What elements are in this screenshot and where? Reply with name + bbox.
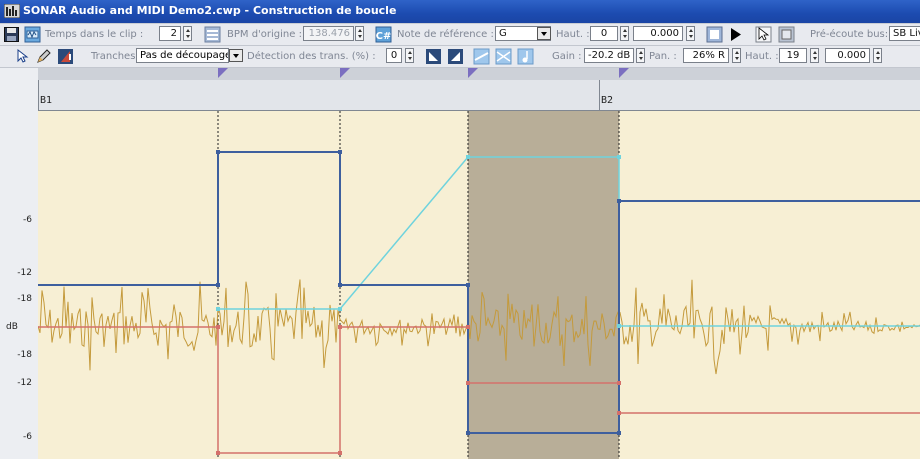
envelope-node[interactable]	[617, 155, 621, 159]
envelope-node[interactable]	[338, 307, 342, 311]
pitch-label: Haut. :	[556, 29, 590, 40]
transient-detection-label: Détection des trans. (%) :	[247, 51, 376, 62]
original-bpm-field[interactable]: 138.476	[303, 26, 354, 41]
selected-slice-region[interactable]	[468, 111, 619, 459]
db-tick: -12	[17, 378, 32, 388]
loop-enable-icon[interactable]	[24, 26, 41, 43]
db-tick: -6	[23, 432, 32, 442]
envelope-node[interactable]	[466, 431, 470, 435]
reference-note-dropdown-icon[interactable]	[537, 27, 551, 40]
reference-note-icon[interactable]: C#	[375, 26, 392, 43]
loop-toolbar-top: Temps dans le clip : 2 BPM d'origine : 1…	[0, 24, 920, 46]
db-tick: -6	[23, 215, 32, 225]
envelope-node[interactable]	[617, 199, 621, 203]
envelope-node[interactable]	[338, 451, 342, 455]
envelope-node[interactable]	[338, 283, 342, 287]
slices-label: Tranches	[91, 51, 136, 62]
play-icon[interactable]	[727, 26, 744, 43]
sonar-app-icon	[4, 4, 20, 18]
bpm-icon[interactable]	[204, 26, 221, 43]
pitch-envelope-icon[interactable]	[517, 48, 534, 65]
gain-field[interactable]: -20.2 dB	[584, 48, 634, 63]
db-tick: -18	[17, 294, 32, 304]
beats-in-clip-spinner[interactable]	[183, 26, 192, 41]
loop-toolbar-bottom: Tranches Pas de découpage Détection des …	[0, 46, 920, 68]
ruler-marker-b2: B2	[601, 95, 614, 106]
pan-field[interactable]: 26% R	[683, 48, 729, 63]
pointer-tool-icon[interactable]	[14, 48, 31, 65]
mark-transient-icon[interactable]	[57, 48, 74, 65]
select-tool-icon[interactable]	[755, 26, 772, 43]
db-tick: -18	[17, 350, 32, 360]
loop-construction-window: SONAR Audio and MIDI Demo2.cwp - Constru…	[0, 0, 920, 459]
pitch-field[interactable]: 0	[590, 26, 618, 41]
envelope-node[interactable]	[338, 150, 342, 154]
pan-label: Pan. :	[649, 51, 677, 62]
gain-label: Gain :	[552, 51, 582, 62]
next-transient-icon[interactable]	[447, 48, 464, 65]
slice-marker-handle[interactable]	[218, 68, 228, 78]
preview-bus-select[interactable]: SB Live	[889, 26, 920, 41]
envelope-node[interactable]	[466, 325, 470, 329]
fine-pitch-field-2[interactable]: 0.000	[825, 48, 870, 63]
fine-pitch-field[interactable]: 0.000	[633, 26, 683, 41]
reference-note-label: Note de référence :	[397, 29, 494, 40]
pan-envelope-icon[interactable]	[495, 48, 512, 65]
envelope-node[interactable]	[216, 307, 220, 311]
envelope-node[interactable]	[466, 155, 470, 159]
beats-in-clip-field[interactable]: 2	[159, 26, 181, 41]
pan-spinner[interactable]	[732, 48, 741, 63]
envelope-node[interactable]	[216, 325, 220, 329]
volume-envelope-icon[interactable]	[473, 48, 490, 65]
ruler-tick	[599, 80, 600, 110]
envelope-node[interactable]	[466, 381, 470, 385]
slice-marker-strip[interactable]	[38, 68, 920, 80]
save-icon[interactable]	[3, 26, 20, 43]
transient-detection-field[interactable]: 0	[386, 48, 402, 63]
slice-marker-handle[interactable]	[340, 68, 350, 78]
preview-tool-icon[interactable]	[778, 26, 795, 43]
pitch-spinner-2[interactable]	[810, 48, 819, 63]
envelope-node[interactable]	[338, 325, 342, 329]
slices-select[interactable]: Pas de découpage	[136, 48, 229, 63]
envelope-node[interactable]	[617, 324, 621, 328]
original-bpm-label: BPM d'origine :	[227, 29, 302, 40]
envelope-node[interactable]	[216, 451, 220, 455]
db-scale-panel: -6 -12 -18 dB -18 -12 -6	[0, 68, 39, 459]
previous-transient-icon[interactable]	[425, 48, 442, 65]
envelope-node[interactable]	[216, 150, 220, 154]
slice-marker-handle[interactable]	[468, 68, 478, 78]
transient-detection-spinner[interactable]	[405, 48, 414, 63]
gain-spinner[interactable]	[636, 48, 645, 63]
envelope-node[interactable]	[466, 283, 470, 287]
svg-text:C#: C#	[376, 31, 392, 42]
envelope-node[interactable]	[617, 381, 621, 385]
time-ruler[interactable]: B1 B2	[38, 80, 920, 111]
stop-icon[interactable]	[706, 26, 723, 43]
title-bar[interactable]: SONAR Audio and MIDI Demo2.cwp - Constru…	[0, 0, 920, 23]
pitch-spinner[interactable]	[620, 26, 629, 41]
clip-waveform-view[interactable]	[38, 111, 920, 459]
beats-in-clip-label: Temps dans le clip :	[45, 29, 144, 40]
window-title: SONAR Audio and MIDI Demo2.cwp - Constru…	[23, 4, 397, 17]
fine-pitch-spinner[interactable]	[686, 26, 695, 41]
slice-marker-handle[interactable]	[619, 68, 629, 78]
db-unit-label: dB	[6, 322, 18, 332]
draw-tool-icon[interactable]	[35, 48, 52, 65]
pitch-field-2[interactable]: 19	[779, 48, 807, 63]
envelope-node[interactable]	[617, 411, 621, 415]
preview-bus-label: Pré-écoute bus:	[810, 29, 889, 40]
slices-dropdown-icon[interactable]	[229, 49, 243, 62]
fine-pitch-spinner-2[interactable]	[873, 48, 882, 63]
pitch-label-2: Haut. :	[745, 51, 779, 62]
original-bpm-spinner[interactable]	[355, 26, 364, 41]
ruler-tick	[38, 80, 39, 110]
db-tick: -12	[17, 268, 32, 278]
ruler-marker-b1: B1	[40, 95, 53, 106]
envelope-node[interactable]	[216, 283, 220, 287]
envelope-node[interactable]	[617, 431, 621, 435]
